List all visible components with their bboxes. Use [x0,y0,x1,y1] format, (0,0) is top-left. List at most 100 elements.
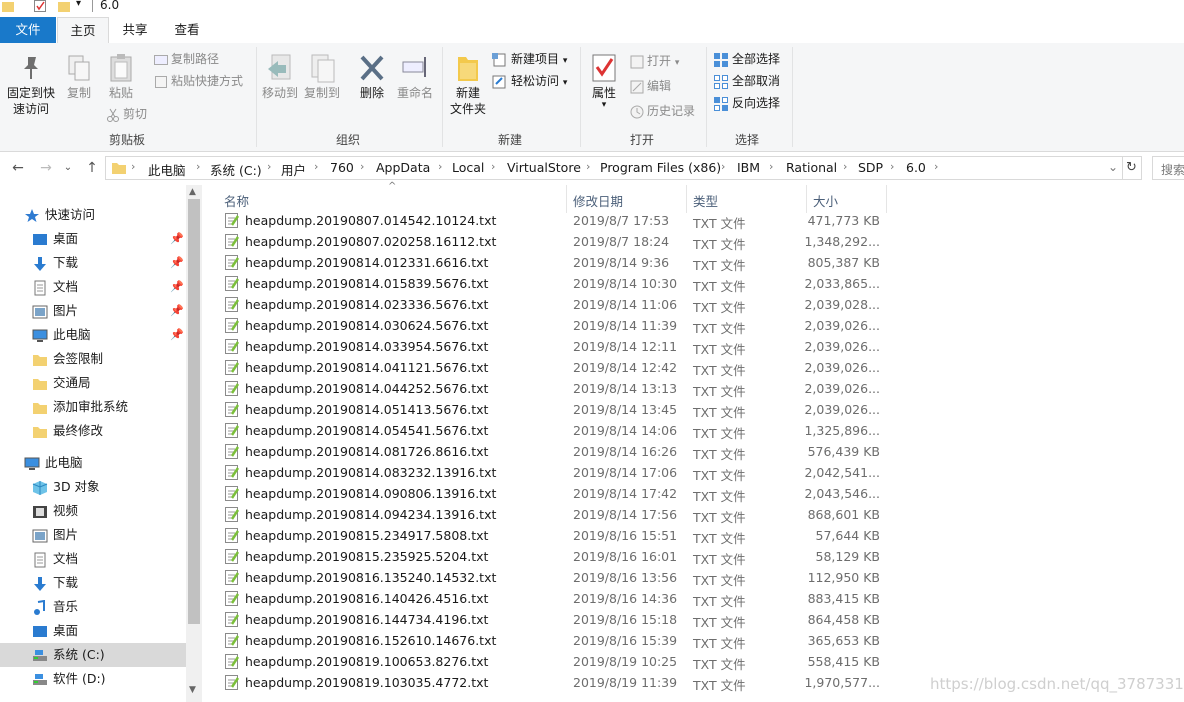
table-row[interactable]: heapdump.20190814.054541.5676.txt 2019/8/… [202,420,902,441]
nav-item-2[interactable]: 下载 📌 [0,251,186,275]
breadcrumb-program-files[interactable]: Program Files (x86) [600,160,721,175]
recent-locations-chevron-icon[interactable]: ⌄ [58,158,78,178]
refresh-icon[interactable]: ↻ [1122,156,1142,180]
properties-button[interactable]: 属性 ▾ [584,53,624,110]
tab-file[interactable]: 文件 [0,17,56,43]
table-row[interactable]: heapdump.20190814.081726.8616.txt 2019/8/… [202,441,902,462]
nav-item-18[interactable]: 系统 (C:) [0,643,186,667]
nav-item-0[interactable]: 快速访问 [0,203,186,227]
breadcrumb-rational[interactable]: Rational [786,160,837,175]
breadcrumb-users[interactable]: 用户 [281,160,306,179]
nav-item-9[interactable]: 最终修改 [0,419,186,443]
breadcrumb-virtualstore[interactable]: VirtualStore [507,160,581,175]
table-row[interactable]: heapdump.20190816.152610.14676.txt 2019/8… [202,630,902,651]
pin-quick-access-button[interactable]: 固定到快 速访问 [4,53,58,117]
table-row[interactable]: heapdump.20190814.051413.5676.txt 2019/8/… [202,399,902,420]
nav-item-label: 添加审批系统 [53,399,129,414]
nav-scrollbar-thumb[interactable] [188,199,200,624]
folder-icon [2,2,14,12]
breadcrumb-drive-c[interactable]: 系统 (C:) [210,160,262,179]
nav-item-14[interactable]: 文档 [0,547,186,571]
nav-item-3[interactable]: 文档 📌 [0,275,186,299]
properties-check-icon[interactable] [34,0,46,12]
table-row[interactable]: heapdump.20190814.030624.5676.txt 2019/8/… [202,315,902,336]
column-header-name[interactable]: 名称 [224,191,249,210]
scroll-down-icon[interactable]: ▼ [189,685,196,695]
nav-item-15[interactable]: 下载 [0,571,186,595]
paste-button[interactable]: 粘贴 [102,53,140,101]
table-row[interactable]: heapdump.20190814.012331.6616.txt 2019/8/… [202,252,902,273]
nav-item-10[interactable]: 此电脑 [0,451,186,475]
table-row[interactable]: heapdump.20190819.103035.4772.txt 2019/8/… [202,672,902,693]
tab-home[interactable]: 主页 [57,17,109,45]
table-row[interactable]: heapdump.20190814.044252.5676.txt 2019/8/… [202,378,902,399]
table-row[interactable]: heapdump.20190815.234917.5808.txt 2019/8/… [202,525,902,546]
nav-item-12[interactable]: 视频 [0,499,186,523]
nav-item-5[interactable]: 此电脑 📌 [0,323,186,347]
table-row[interactable]: heapdump.20190814.041121.5676.txt 2019/8/… [202,357,902,378]
open-button[interactable]: 打开 ▾ [630,51,679,71]
table-row[interactable]: heapdump.20190815.235925.5204.txt 2019/8/… [202,546,902,567]
address-history-chevron-icon[interactable]: ⌄ [1108,160,1118,174]
history-button[interactable]: 历史记录 [630,101,695,121]
table-row[interactable]: heapdump.20190807.020258.16112.txt 2019/8… [202,231,902,252]
delete-button[interactable]: 删除 [352,53,392,101]
back-arrow-icon[interactable]: ← [8,158,28,178]
copy-to-button[interactable]: 复制到 [302,53,342,101]
table-row[interactable]: heapdump.20190814.015839.5676.txt 2019/8/… [202,273,902,294]
nav-item-7[interactable]: 交通局 [0,371,186,395]
select-none-button[interactable]: 全部取消 [713,71,780,91]
select-all-icon [714,52,728,67]
up-arrow-icon[interactable]: ↑ [82,158,102,178]
column-header-type[interactable]: 类型 [693,191,718,210]
nav-item-1[interactable]: 桌面 📌 [0,227,186,251]
scroll-up-icon[interactable]: ▲ [189,187,196,197]
forward-arrow-icon[interactable]: → [36,158,56,178]
tab-view[interactable]: 查看 [162,17,212,43]
breadcrumb-760[interactable]: 760 [330,160,354,175]
table-row[interactable]: heapdump.20190814.033954.5676.txt 2019/8/… [202,336,902,357]
table-row[interactable]: heapdump.20190816.144734.4196.txt 2019/8/… [202,609,902,630]
table-row[interactable]: heapdump.20190816.140426.4516.txt 2019/8/… [202,588,902,609]
breadcrumb-appdata[interactable]: AppData [376,160,430,175]
nav-item-13[interactable]: 图片 [0,523,186,547]
breadcrumb-local[interactable]: Local [452,160,484,175]
nav-item-8[interactable]: 添加审批系统 [0,395,186,419]
copy-path-button[interactable]: 复制路径 [154,49,219,69]
table-row[interactable]: heapdump.20190807.014542.10124.txt 2019/8… [202,210,902,231]
breadcrumb-6-0[interactable]: 6.0 [906,160,926,175]
nav-item-19[interactable]: 软件 (D:) [0,667,186,691]
table-row[interactable]: heapdump.20190814.023336.5676.txt 2019/8/… [202,294,902,315]
nav-item-17[interactable]: 桌面 [0,619,186,643]
quick-access-dropdown-icon[interactable]: ▾ [76,0,81,9]
tab-share[interactable]: 共享 [110,17,160,43]
table-row[interactable]: heapdump.20190819.100653.8276.txt 2019/8/… [202,651,902,672]
edit-button[interactable]: 编辑 [630,76,671,96]
breadcrumb-sdp[interactable]: SDP [858,160,883,175]
nav-item-11[interactable]: 3D 对象 [0,475,186,499]
column-header-size[interactable]: 大小 [813,191,838,210]
address-box[interactable]: › 此电脑 › 系统 (C:) › 用户 › 760 › AppData › L… [105,156,1123,180]
table-row[interactable]: heapdump.20190814.090806.13916.txt 2019/8… [202,483,902,504]
column-header-date[interactable]: 修改日期 [573,191,623,210]
search-input[interactable]: 搜索 [1152,156,1184,180]
nav-item-6[interactable]: 会签限制 [0,347,186,371]
nav-item-16[interactable]: 音乐 [0,595,186,619]
new-item-button[interactable]: 新建项目 ▾ [492,49,567,69]
copy-button[interactable]: 复制 [60,53,98,101]
breadcrumb-ibm[interactable]: IBM [737,160,760,175]
table-row[interactable]: heapdump.20190814.094234.13916.txt 2019/8… [202,504,902,525]
new-folder-icon[interactable] [58,0,70,12]
easy-access-button[interactable]: 轻松访问 ▾ [492,71,567,91]
rename-button[interactable]: 重命名 [394,53,436,101]
paste-shortcut-button[interactable]: 粘贴快捷方式 [154,71,243,91]
nav-item-4[interactable]: 图片 📌 [0,299,186,323]
select-all-button[interactable]: 全部选择 [713,49,780,69]
breadcrumb-this-pc[interactable]: 此电脑 [148,160,186,179]
move-to-button[interactable]: 移动到 [260,53,300,101]
new-folder-button[interactable]: 新建 文件夹 [446,53,490,117]
invert-selection-button[interactable]: 反向选择 [713,93,780,113]
table-row[interactable]: heapdump.20190816.135240.14532.txt 2019/8… [202,567,902,588]
cut-button[interactable]: 剪切 [106,104,147,124]
table-row[interactable]: heapdump.20190814.083232.13916.txt 2019/8… [202,462,902,483]
